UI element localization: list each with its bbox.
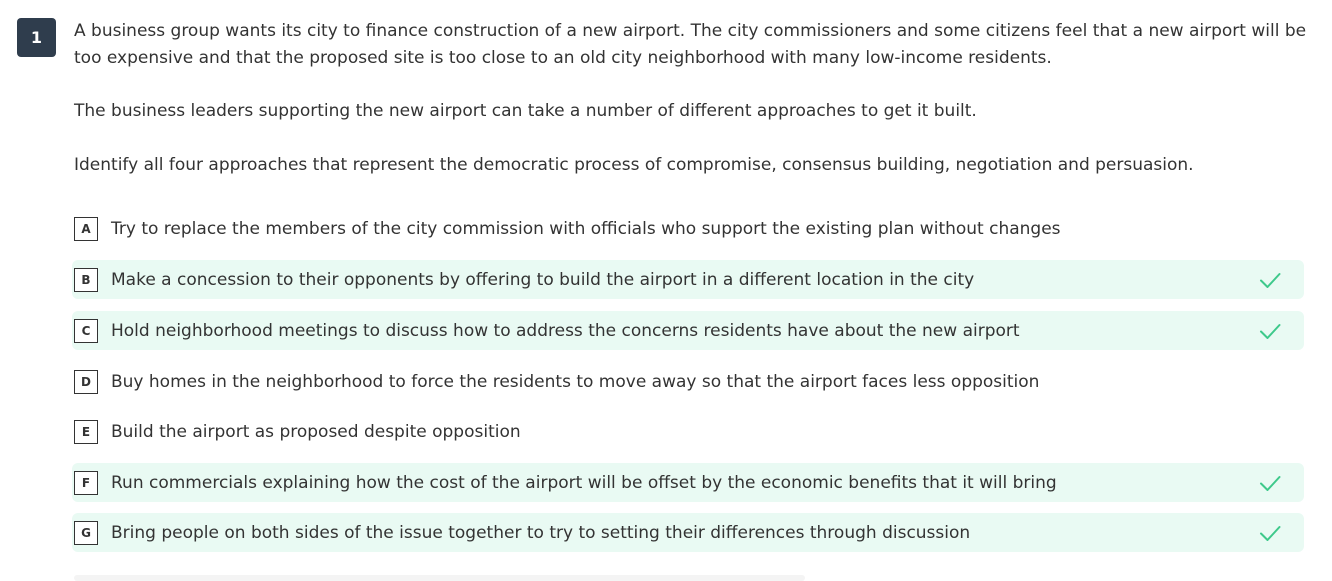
- choice-text: Run commercials explaining how the cost …: [111, 472, 1057, 493]
- choice-letter: B: [74, 267, 98, 292]
- choice-e[interactable]: E Build the airport as proposed despite …: [72, 412, 1304, 451]
- question-number-badge: 1: [17, 18, 56, 57]
- choice-a[interactable]: A Try to replace the members of the city…: [72, 209, 1304, 248]
- choice-d[interactable]: D Buy homes in the neighborhood to force…: [72, 362, 1304, 401]
- choice-letter: E: [74, 419, 98, 444]
- check-icon: [1260, 525, 1281, 541]
- check-icon: [1260, 272, 1281, 288]
- question-page: 1 A business group wants its city to fin…: [0, 0, 1332, 581]
- choice-letter: F: [74, 470, 98, 495]
- question-stem-paragraph-1: A business group wants its city to finan…: [74, 21, 1307, 68]
- question-stem-paragraph-3: Identify all four approaches that repres…: [74, 155, 1194, 175]
- choice-text: Build the airport as proposed despite op…: [111, 421, 521, 442]
- choice-letter: C: [74, 318, 98, 343]
- choice-letter: D: [74, 369, 98, 394]
- choice-g[interactable]: G Bring people on both sides of the issu…: [72, 513, 1304, 552]
- question-stem-paragraph-2: The business leaders supporting the new …: [74, 101, 977, 121]
- check-icon: [1260, 475, 1281, 491]
- choice-text: Hold neighborhood meetings to discuss ho…: [111, 320, 1020, 341]
- choice-c[interactable]: C Hold neighborhood meetings to discuss …: [72, 311, 1304, 350]
- bottom-divider: [74, 575, 805, 581]
- choice-text: Bring people on both sides of the issue …: [111, 522, 971, 543]
- choice-text: Buy homes in the neighborhood to force t…: [111, 371, 1040, 392]
- choice-letter: G: [74, 520, 98, 545]
- check-icon: [1260, 323, 1281, 339]
- choice-b[interactable]: B Make a concession to their opponents b…: [72, 260, 1304, 299]
- choice-letter: A: [74, 216, 98, 241]
- choice-text: Try to replace the members of the city c…: [111, 218, 1061, 239]
- choice-f[interactable]: F Run commercials explaining how the cos…: [72, 463, 1304, 502]
- choice-text: Make a concession to their opponents by …: [111, 269, 975, 290]
